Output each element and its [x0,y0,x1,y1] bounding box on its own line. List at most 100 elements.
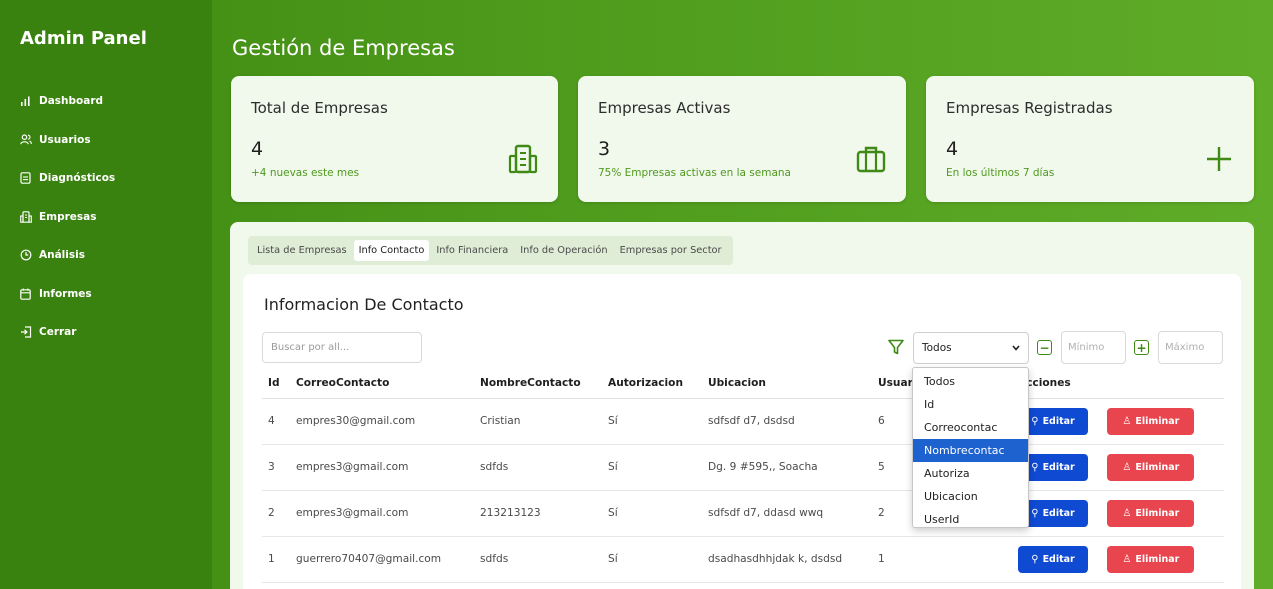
tab-info-contacto[interactable]: Info Contacto [353,240,430,261]
table-row: 1 guerrero70407@gmail.com sdfds Sí dsadh… [262,536,1224,583]
cell-id: 4 [262,398,290,445]
sidebar-item-cerrar[interactable]: Cerrar [20,313,115,352]
cell-email: empres3@gmail.com [290,444,474,491]
sidebar-item-diagnosticos[interactable]: Diagnósticos [20,159,115,198]
cell-email: empres30@gmail.com [290,398,474,445]
plus-square-icon[interactable]: + [1134,340,1149,355]
stat-value: 4 [946,138,959,160]
stat-card-registradas: Empresas Registradas 4 En los últimos 7 … [926,76,1254,202]
cell-name: 213213123 [474,490,602,537]
cell-auth: Sí [602,398,702,445]
column-header[interactable]: Ubicacion [702,368,872,399]
min-input[interactable] [1061,331,1126,364]
column-header[interactable]: NombreContacto [474,368,602,399]
document-icon [20,172,36,185]
tab-info-operacion[interactable]: Info de Operación [515,240,612,261]
card-title: Informacion De Contacto [264,295,464,314]
delete-button[interactable]: ♙ Eliminar [1107,453,1195,481]
column-header: Acciones [1012,368,1224,399]
dropdown-option[interactable]: Ubicacion [913,485,1028,508]
sidebar-item-empresas[interactable]: Empresas [20,198,115,237]
sidebar-item-usuarios[interactable]: Usuarios [20,121,115,160]
sidebar-item-analisis[interactable]: Análisis [20,236,115,275]
cell-user: 1 [872,536,1012,583]
sidebar-item-label: Dashboard [39,95,104,108]
cell-id: 1 [262,536,290,583]
search-input[interactable] [262,332,422,363]
stat-subtitle: +4 nuevas este mes [251,167,360,179]
column-header[interactable]: Autorizacion [602,368,702,399]
chevron-down-icon [1012,345,1020,351]
app-root: Admin Panel Dashboard Usuarios Diagnósti… [0,0,1273,589]
stat-value: 4 [251,138,264,160]
dropdown-option[interactable]: Correocontac [913,416,1028,439]
filter-icon[interactable] [887,338,905,356]
user-remove-icon: ♙ [1122,415,1132,427]
sidebar-item-label: Diagnósticos [39,172,116,185]
cell-location: sdfsdf d7, dsdsd [702,398,872,445]
cell-actions: ⚲ Editar ♙ Eliminar [1012,490,1224,537]
delete-button[interactable]: ♙ Eliminar [1107,407,1195,435]
dropdown-option-highlighted[interactable]: Nombrecontac [913,439,1028,462]
sidebar-item-label: Informes [39,287,92,300]
dropdown-option[interactable]: Autoriza [913,462,1028,485]
brand-title: Admin Panel [20,28,147,49]
dropdown-option[interactable]: Todos [913,370,1028,393]
edit-button[interactable]: ⚲ Editar [1018,545,1088,573]
delete-label: Eliminar [1135,553,1180,565]
user-key-icon: ⚲ [1031,507,1039,519]
cell-location: sdfsdf d7, ddasd wwq [702,490,872,537]
sidebar-item-informes[interactable]: Informes [20,275,115,314]
cell-id: 3 [262,444,290,491]
cell-auth: Sí [602,444,702,491]
cell-actions: ⚲ Editar ♙ Eliminar [1012,444,1224,491]
table-row: 3 empres3@gmail.com sdfds Sí Dg. 9 #595,… [262,444,1224,491]
stat-card-total: Total de Empresas 4 +4 nuevas este mes [231,76,558,202]
table-header-row: Id CorreoContacto NombreContacto Autoriz… [262,368,1224,399]
delete-label: Eliminar [1135,415,1180,427]
user-key-icon: ⚲ [1031,415,1039,427]
cell-location: dsadhasdhhjdak k, dsdsd [702,536,872,583]
user-key-icon: ⚲ [1031,553,1039,565]
bar-chart-icon [20,96,36,107]
delete-button[interactable]: ♙ Eliminar [1107,545,1195,573]
max-input[interactable] [1158,331,1223,364]
cell-auth: Sí [602,536,702,583]
edit-label: Editar [1042,553,1075,565]
tab-lista-empresas[interactable]: Lista de Empresas [252,240,352,261]
edit-label: Editar [1042,507,1075,519]
sidebar-item-label: Análisis [39,249,85,262]
stat-value: 3 [598,138,611,160]
stat-title: Empresas Activas [598,99,731,117]
stat-subtitle: 75% Empresas activas en la semana [598,167,791,179]
sidebar: Admin Panel Dashboard Usuarios Diagnósti… [0,0,212,589]
cell-actions: ⚲ Editar ♙ Eliminar [1012,398,1224,445]
dropdown-option[interactable]: UserId [913,508,1028,531]
stat-title: Total de Empresas [251,99,388,117]
column-header[interactable]: CorreoContacto [290,368,474,399]
delete-button[interactable]: ♙ Eliminar [1107,499,1195,527]
select-value: Todos [922,342,952,354]
sidebar-item-label: Usuarios [39,133,91,146]
briefcase-icon [856,146,886,173]
stat-subtitle: En los últimos 7 días [946,167,1055,179]
cell-email: empres3@gmail.com [290,490,474,537]
tab-empresas-sector[interactable]: Empresas por Sector [615,240,727,261]
user-remove-icon: ♙ [1122,507,1132,519]
table-row: 4 empres30@gmail.com Cristian Sí sdfsdf … [262,398,1224,445]
stat-card-activas: Empresas Activas 3 75% Empresas activas … [578,76,906,202]
tab-info-financiera[interactable]: Info Financiera [431,240,513,261]
cell-location: Dg. 9 #595,, Soacha [702,444,872,491]
dropdown-option[interactable]: Id [913,393,1028,416]
sidebar-item-label: Empresas [39,210,97,223]
edit-label: Editar [1042,461,1075,473]
column-filter-select[interactable]: Todos [913,332,1029,364]
cell-name: Cristian [474,398,602,445]
user-key-icon: ⚲ [1031,461,1039,473]
sidebar-item-dashboard[interactable]: Dashboard [20,82,115,121]
cell-name: sdfds [474,444,602,491]
minus-icon[interactable]: − [1037,340,1052,355]
column-header[interactable]: Id [262,368,290,399]
building-icon [20,210,36,223]
tab-bar: Lista de Empresas Info Contacto Info Fin… [248,236,733,265]
